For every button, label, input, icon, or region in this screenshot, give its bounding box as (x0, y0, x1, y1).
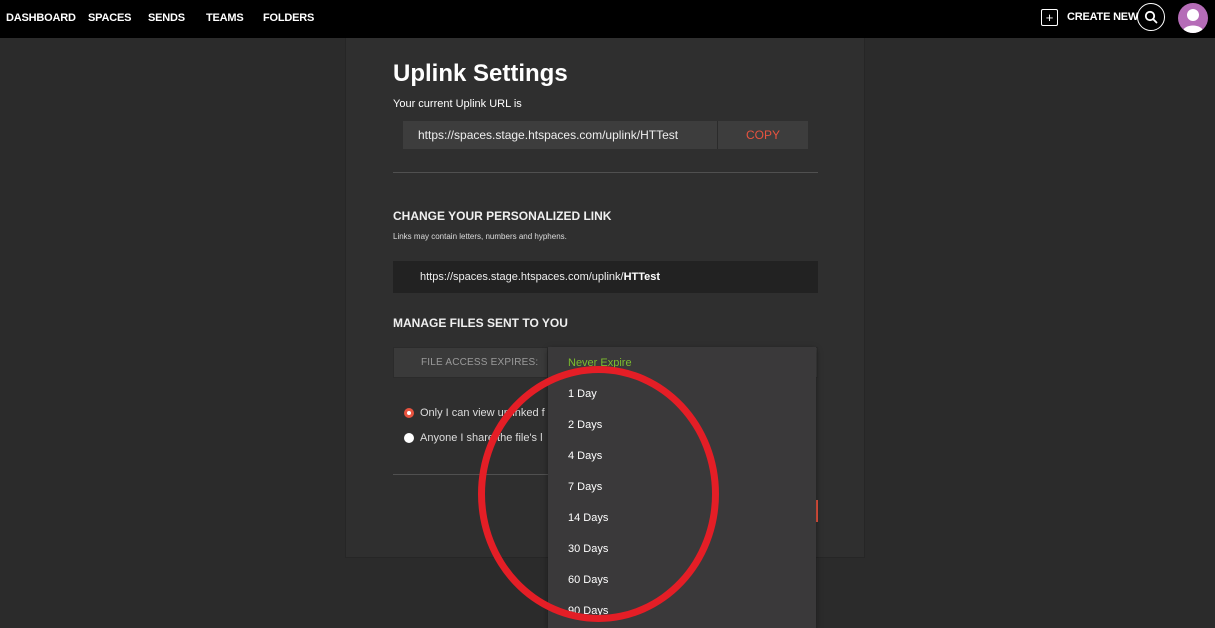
page-title: Uplink Settings (393, 60, 568, 87)
option-14-days[interactable]: 14 Days (568, 512, 608, 524)
option-never-expire[interactable]: Never Expire (568, 357, 632, 369)
option-90-days[interactable]: 90 Days (568, 605, 608, 617)
link-slug: HTTest (623, 271, 661, 283)
nav-sends[interactable]: SENDS (148, 12, 185, 24)
search-button[interactable] (1137, 3, 1165, 31)
radio-anyone-shared[interactable]: Anyone I share the file's l (404, 432, 543, 444)
option-2-days[interactable]: 2 Days (568, 419, 602, 431)
section-divider (393, 474, 548, 475)
radio-unchecked-icon (404, 433, 414, 443)
file-access-expires-label: FILE ACCESS EXPIRES: (421, 357, 539, 368)
create-new-label: CREATE NEW (1067, 11, 1139, 23)
avatar[interactable] (1178, 3, 1208, 33)
expiry-dropdown-menu: Never Expire 1 Day 2 Days 4 Days 7 Days … (548, 347, 816, 628)
radio-only-me[interactable]: Only I can view unlinked f (404, 407, 545, 419)
user-icon (1182, 9, 1204, 33)
option-60-days[interactable]: 60 Days (568, 574, 608, 586)
link-prefix: https://spaces.stage.htspaces.com/uplink… (420, 271, 624, 283)
radio-checked-icon (404, 408, 414, 418)
copy-button[interactable]: COPY (718, 121, 808, 149)
radio-label: Anyone I share the file's l (420, 432, 543, 444)
plus-icon: + (1041, 8, 1058, 26)
manage-files-heading: MANAGE FILES SENT TO YOU (393, 316, 568, 330)
option-7-days[interactable]: 7 Days (568, 481, 602, 493)
nav-dashboard[interactable]: DASHBOARD (6, 12, 76, 24)
radio-label: Only I can view unlinked f (420, 407, 545, 419)
personalized-link-heading: CHANGE YOUR PERSONALIZED LINK (393, 209, 612, 223)
nav-folders[interactable]: FOLDERS (263, 12, 314, 24)
section-divider (393, 172, 818, 173)
search-icon (1144, 10, 1158, 24)
option-4-days[interactable]: 4 Days (568, 450, 602, 462)
current-url-label: Your current Uplink URL is (393, 98, 522, 110)
option-1-day[interactable]: 1 Day (568, 388, 597, 400)
nav-spaces[interactable]: SPACES (88, 12, 131, 24)
top-navigation-bar: DASHBOARD SPACES SENDS TEAMS FOLDERS + C… (0, 0, 1215, 38)
personalized-link-text: https://spaces.stage.htspaces.com/uplink… (420, 271, 660, 283)
current-url-text[interactable]: https://spaces.stage.htspaces.com/uplink… (418, 128, 678, 142)
current-url-box: https://spaces.stage.htspaces.com/uplink… (403, 121, 808, 149)
personalized-link-hint: Links may contain letters, numbers and h… (393, 232, 567, 241)
personalized-link-input[interactable]: https://spaces.stage.htspaces.com/uplink… (393, 261, 818, 293)
create-new-button[interactable]: + CREATE NEW (1041, 7, 1138, 27)
save-button-edge[interactable] (816, 500, 818, 522)
nav-teams[interactable]: TEAMS (206, 12, 244, 24)
option-30-days[interactable]: 30 Days (568, 543, 608, 555)
